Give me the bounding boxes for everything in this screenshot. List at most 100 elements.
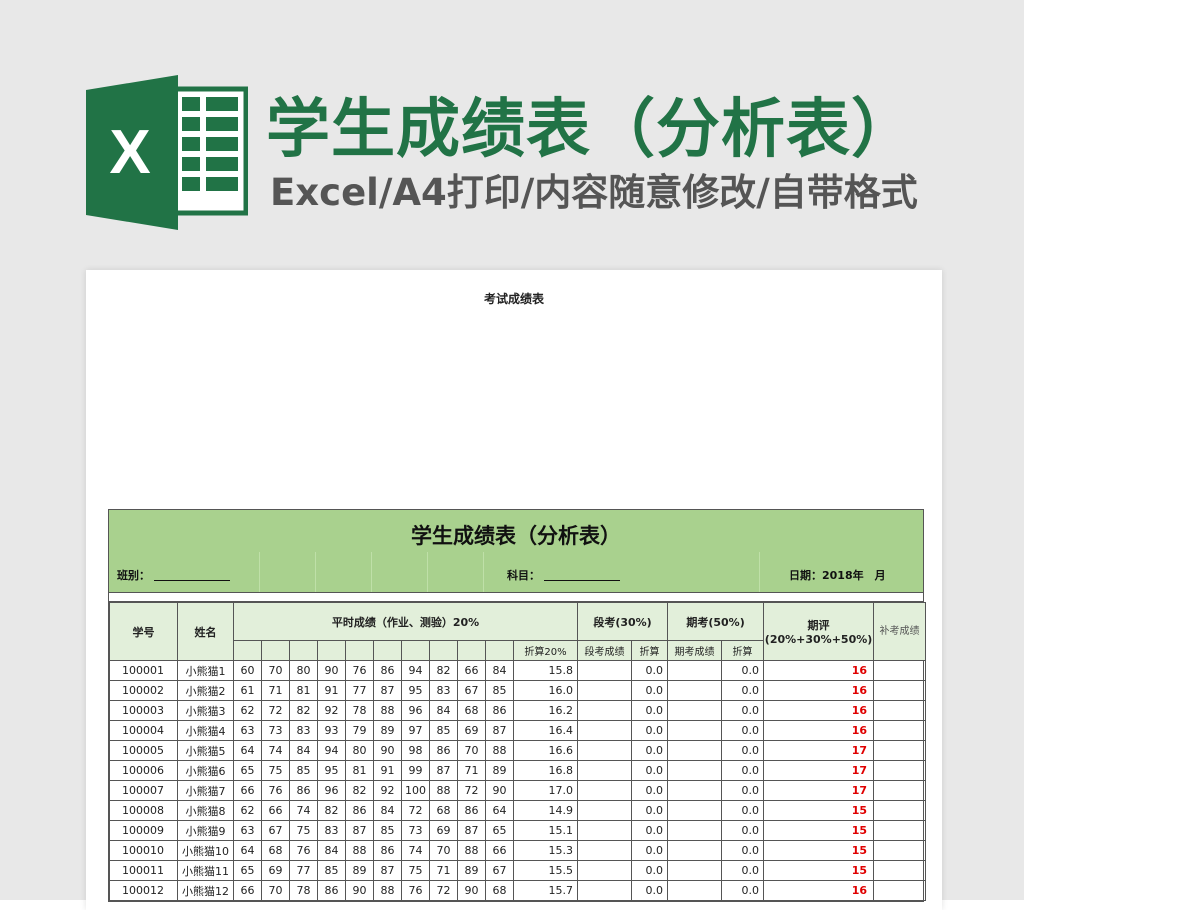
cell-regular-convert[interactable]: 17.0	[512, 780, 579, 801]
cell-midterm-score[interactable]	[577, 820, 633, 841]
cell-student-id[interactable]: 100007	[109, 780, 178, 801]
cell-score[interactable]: 88	[345, 840, 374, 861]
cell-name[interactable]: 小熊猫12	[177, 880, 234, 901]
cell-score[interactable]: 76	[345, 660, 374, 681]
cell-score[interactable]: 90	[457, 880, 486, 901]
cell-score[interactable]: 83	[289, 720, 318, 741]
cell-midterm-score[interactable]	[577, 680, 633, 701]
cell-score[interactable]: 76	[289, 840, 318, 861]
cell-score[interactable]: 87	[373, 860, 402, 881]
cell-score[interactable]: 89	[457, 860, 486, 881]
cell-score[interactable]: 99	[401, 760, 430, 781]
cell-score[interactable]: 97	[401, 720, 430, 741]
cell-overall[interactable]: 16	[763, 660, 875, 681]
cell-score[interactable]: 86	[457, 800, 486, 821]
cell-score[interactable]: 66	[233, 880, 262, 901]
cell-score[interactable]: 65	[485, 820, 514, 841]
cell-makeup[interactable]	[873, 840, 927, 861]
cell-score[interactable]: 69	[261, 860, 290, 881]
cell-score[interactable]: 63	[233, 720, 262, 741]
cell-makeup[interactable]	[873, 780, 927, 801]
cell-score[interactable]: 92	[373, 780, 402, 801]
cell-student-id[interactable]: 100001	[109, 660, 178, 681]
cell-score[interactable]: 64	[233, 840, 262, 861]
cell-final-score[interactable]	[667, 660, 723, 681]
cell-midterm-score[interactable]	[577, 800, 633, 821]
cell-midterm-convert[interactable]: 0.0	[631, 780, 669, 801]
cell-regular-convert[interactable]: 16.8	[512, 760, 579, 781]
cell-final-score[interactable]	[667, 800, 723, 821]
cell-score[interactable]: 84	[485, 660, 514, 681]
cell-final-convert[interactable]: 0.0	[721, 840, 765, 861]
cell-name[interactable]: 小熊猫6	[177, 760, 234, 781]
cell-score[interactable]: 90	[373, 740, 402, 761]
cell-final-score[interactable]	[667, 880, 723, 901]
cell-final-score[interactable]	[667, 840, 723, 861]
cell-score[interactable]: 96	[401, 700, 430, 721]
cell-regular-convert[interactable]: 16.0	[512, 680, 579, 701]
cell-midterm-convert[interactable]: 0.0	[631, 700, 669, 721]
cell-score[interactable]: 72	[429, 880, 458, 901]
cell-final-convert[interactable]: 0.0	[721, 860, 765, 881]
cell-name[interactable]: 小熊猫5	[177, 740, 234, 761]
cell-midterm-score[interactable]	[577, 780, 633, 801]
cell-midterm-convert[interactable]: 0.0	[631, 740, 669, 761]
cell-student-id[interactable]: 100011	[109, 860, 178, 881]
cell-final-convert[interactable]: 0.0	[721, 680, 765, 701]
cell-name[interactable]: 小熊猫1	[177, 660, 234, 681]
cell-score[interactable]: 74	[401, 840, 430, 861]
cell-name[interactable]: 小熊猫11	[177, 860, 234, 881]
cell-score[interactable]: 90	[485, 780, 514, 801]
cell-name[interactable]: 小熊猫10	[177, 840, 234, 861]
cell-overall[interactable]: 15	[763, 860, 875, 881]
cell-score[interactable]: 74	[289, 800, 318, 821]
cell-final-score[interactable]	[667, 780, 723, 801]
cell-student-id[interactable]: 100004	[109, 720, 178, 741]
cell-score[interactable]: 68	[261, 840, 290, 861]
cell-score[interactable]: 80	[289, 660, 318, 681]
cell-score[interactable]: 83	[429, 680, 458, 701]
cell-score[interactable]: 74	[261, 740, 290, 761]
cell-final-convert[interactable]: 0.0	[721, 760, 765, 781]
cell-score[interactable]: 72	[457, 780, 486, 801]
cell-overall[interactable]: 16	[763, 700, 875, 721]
cell-regular-convert[interactable]: 15.7	[512, 880, 579, 901]
cell-student-id[interactable]: 100009	[109, 820, 178, 841]
cell-score[interactable]: 82	[429, 660, 458, 681]
cell-score[interactable]: 80	[345, 740, 374, 761]
cell-score[interactable]: 88	[485, 740, 514, 761]
cell-makeup[interactable]	[873, 660, 927, 681]
cell-score[interactable]: 83	[317, 820, 346, 841]
cell-makeup[interactable]	[873, 800, 927, 821]
cell-score[interactable]: 86	[345, 800, 374, 821]
cell-makeup[interactable]	[873, 880, 927, 901]
cell-score[interactable]: 72	[261, 700, 290, 721]
cell-score[interactable]: 86	[373, 660, 402, 681]
cell-score[interactable]: 77	[345, 680, 374, 701]
cell-score[interactable]: 75	[261, 760, 290, 781]
cell-score[interactable]: 65	[233, 760, 262, 781]
cell-score[interactable]: 88	[457, 840, 486, 861]
date-field[interactable]: 日期：2018年 月	[789, 567, 886, 583]
cell-score[interactable]: 85	[373, 820, 402, 841]
cell-score[interactable]: 68	[429, 800, 458, 821]
cell-makeup[interactable]	[873, 720, 927, 741]
cell-final-convert[interactable]: 0.0	[721, 820, 765, 841]
cell-score[interactable]: 71	[457, 760, 486, 781]
cell-makeup[interactable]	[873, 680, 927, 701]
cell-midterm-score[interactable]	[577, 880, 633, 901]
cell-score[interactable]: 73	[261, 720, 290, 741]
cell-overall[interactable]: 17	[763, 760, 875, 781]
cell-score[interactable]: 66	[457, 660, 486, 681]
cell-regular-convert[interactable]: 15.5	[512, 860, 579, 881]
cell-score[interactable]: 84	[429, 700, 458, 721]
cell-score[interactable]: 66	[233, 780, 262, 801]
cell-student-id[interactable]: 100006	[109, 760, 178, 781]
cell-makeup[interactable]	[873, 820, 927, 841]
cell-score[interactable]: 72	[401, 800, 430, 821]
cell-overall[interactable]: 17	[763, 740, 875, 761]
cell-final-convert[interactable]: 0.0	[721, 800, 765, 821]
cell-overall[interactable]: 15	[763, 800, 875, 821]
cell-score[interactable]: 82	[345, 780, 374, 801]
cell-student-id[interactable]: 100012	[109, 880, 178, 901]
